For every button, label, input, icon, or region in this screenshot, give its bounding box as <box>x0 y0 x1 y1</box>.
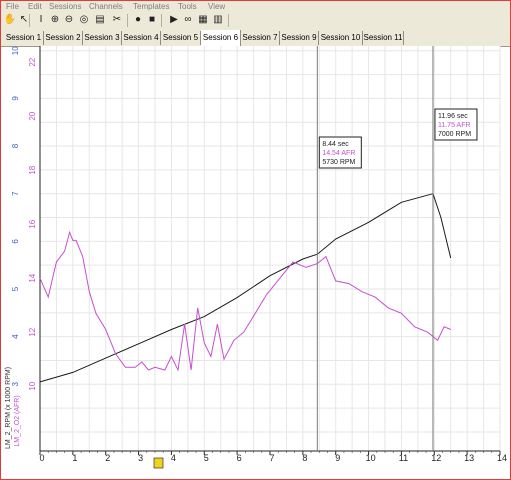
afr-tick-label: 10 <box>28 381 37 390</box>
rpm-tick-label: 8 <box>11 143 20 148</box>
toolbar-separator <box>228 14 229 27</box>
menu-edit[interactable]: Edit <box>28 1 42 12</box>
toolbar-separator <box>161 14 162 27</box>
rpm-tick-label: 3 <box>11 382 20 387</box>
afr-tick-label: 20 <box>28 111 37 120</box>
rpm-tick-label: 5 <box>11 286 20 291</box>
afr-tick-label: 14 <box>28 273 37 282</box>
x-tick-label: 5 <box>204 453 209 463</box>
toolbar: ✋ ↖ I ⊕ ⊖ ◎ ▤ ✂ ● ■ ▶ ∞ ▦ ▥ <box>1 12 510 29</box>
rpm-tick-label: 4 <box>11 334 20 339</box>
cursor-readout-line: 11.96 sec <box>438 113 468 120</box>
note-icon[interactable]: ▤ <box>94 14 106 26</box>
menu-channels[interactable]: Channels <box>89 1 123 12</box>
tab-session-3[interactable]: Session 3 <box>83 31 122 45</box>
zoom-out-icon[interactable]: ⊖ <box>63 14 75 26</box>
record-icon[interactable]: ● <box>132 14 144 26</box>
data-chart[interactable]: 0 1 2 3 4 5 6 7 8 9 10 11 12 13 1434567891010121416182… <box>1 46 509 478</box>
tab-session-11[interactable]: Session 11 <box>363 31 404 45</box>
afr-tick-label: 22 <box>28 57 37 66</box>
rpm-tick-label: 6 <box>11 239 20 244</box>
x-tick-label: 14 <box>497 453 507 463</box>
menu-sessions[interactable]: Sessions <box>49 1 81 12</box>
x-tick-label: 2 <box>105 453 110 463</box>
x-tick-label: 9 <box>335 453 340 463</box>
afr-tick-label: 16 <box>28 219 37 228</box>
rpm-axis-title: LM_2_RPM (x 1000 RPM) <box>5 367 12 449</box>
afr-tick-label: 12 <box>28 327 37 336</box>
rpm-tick-label: 7 <box>11 191 20 196</box>
zoom-in-icon[interactable]: ⊕ <box>49 14 61 26</box>
menu-bar: File Edit Sessions Channels Templates Tools Vi… <box>1 1 510 12</box>
scissors-icon[interactable]: ✂ <box>111 14 123 26</box>
stop-icon[interactable]: ■ <box>146 14 158 26</box>
x-tick-label: 3 <box>138 453 143 463</box>
x-tick-label: 1 <box>72 453 77 463</box>
cursor-readout-line: 5730 RPM <box>322 159 355 166</box>
cursor-readout-line: 14.54 AFR <box>322 150 355 157</box>
x-tick-label: 10 <box>366 453 376 463</box>
menu-file[interactable]: File <box>6 1 19 12</box>
tab-session-10[interactable]: Session 10 <box>319 31 363 45</box>
tab-session-9[interactable]: Session 9 <box>280 31 319 45</box>
afr-axis-title: LM_2_O2 (AFR) <box>14 395 21 446</box>
x-tick-label: 7 <box>269 453 274 463</box>
tab-session-6[interactable]: Session 6 <box>201 30 241 46</box>
afr-tick-label: 18 <box>28 165 37 174</box>
time-marker-icon[interactable] <box>153 457 164 469</box>
tab-session-4[interactable]: Session 4 <box>122 31 161 45</box>
hand-icon[interactable]: ✋ <box>4 14 16 26</box>
toolbar-separator <box>127 14 128 27</box>
x-tick-label: 4 <box>171 453 176 463</box>
tab-session-2[interactable]: Session 2 <box>44 31 83 45</box>
x-tick-label: 13 <box>464 453 474 463</box>
menu-view[interactable]: View <box>208 1 225 12</box>
x-tick-label: 6 <box>237 453 242 463</box>
cursor-icon[interactable]: I <box>35 14 47 26</box>
report-icon[interactable]: ▦ <box>197 14 209 26</box>
rpm-tick-label: 9 <box>11 96 20 101</box>
binoculars-icon[interactable]: ∞ <box>182 14 194 26</box>
x-tick-label: 8 <box>302 453 307 463</box>
tab-session-1[interactable]: Session 1 <box>4 31 44 45</box>
x-tick-label: 11 <box>399 453 408 463</box>
toolbar-separator <box>29 14 30 27</box>
rpm-tick-label: 10 <box>11 46 20 55</box>
grid-icon[interactable]: ▥ <box>212 14 224 26</box>
cursor-readout-line: 7000 RPM <box>438 131 471 138</box>
play-icon[interactable]: ▶ <box>168 14 180 26</box>
menu-templates[interactable]: Templates <box>133 1 169 12</box>
x-tick-label: 0 <box>39 453 44 463</box>
cursor-readout-line: 8.44 sec <box>322 141 349 148</box>
cursor-readout-line: 11.75 AFR <box>438 122 471 129</box>
tab-session-5[interactable]: Session 5 <box>161 31 201 45</box>
session-tab-bar: Session 1 Session 2 Session 3 Session 4 Sess… <box>1 29 510 47</box>
tab-session-7[interactable]: Session 7 <box>241 31 280 45</box>
zoom-reset-icon[interactable]: ◎ <box>78 14 90 26</box>
x-tick-label: 12 <box>431 453 441 463</box>
menu-tools[interactable]: Tools <box>178 1 197 12</box>
